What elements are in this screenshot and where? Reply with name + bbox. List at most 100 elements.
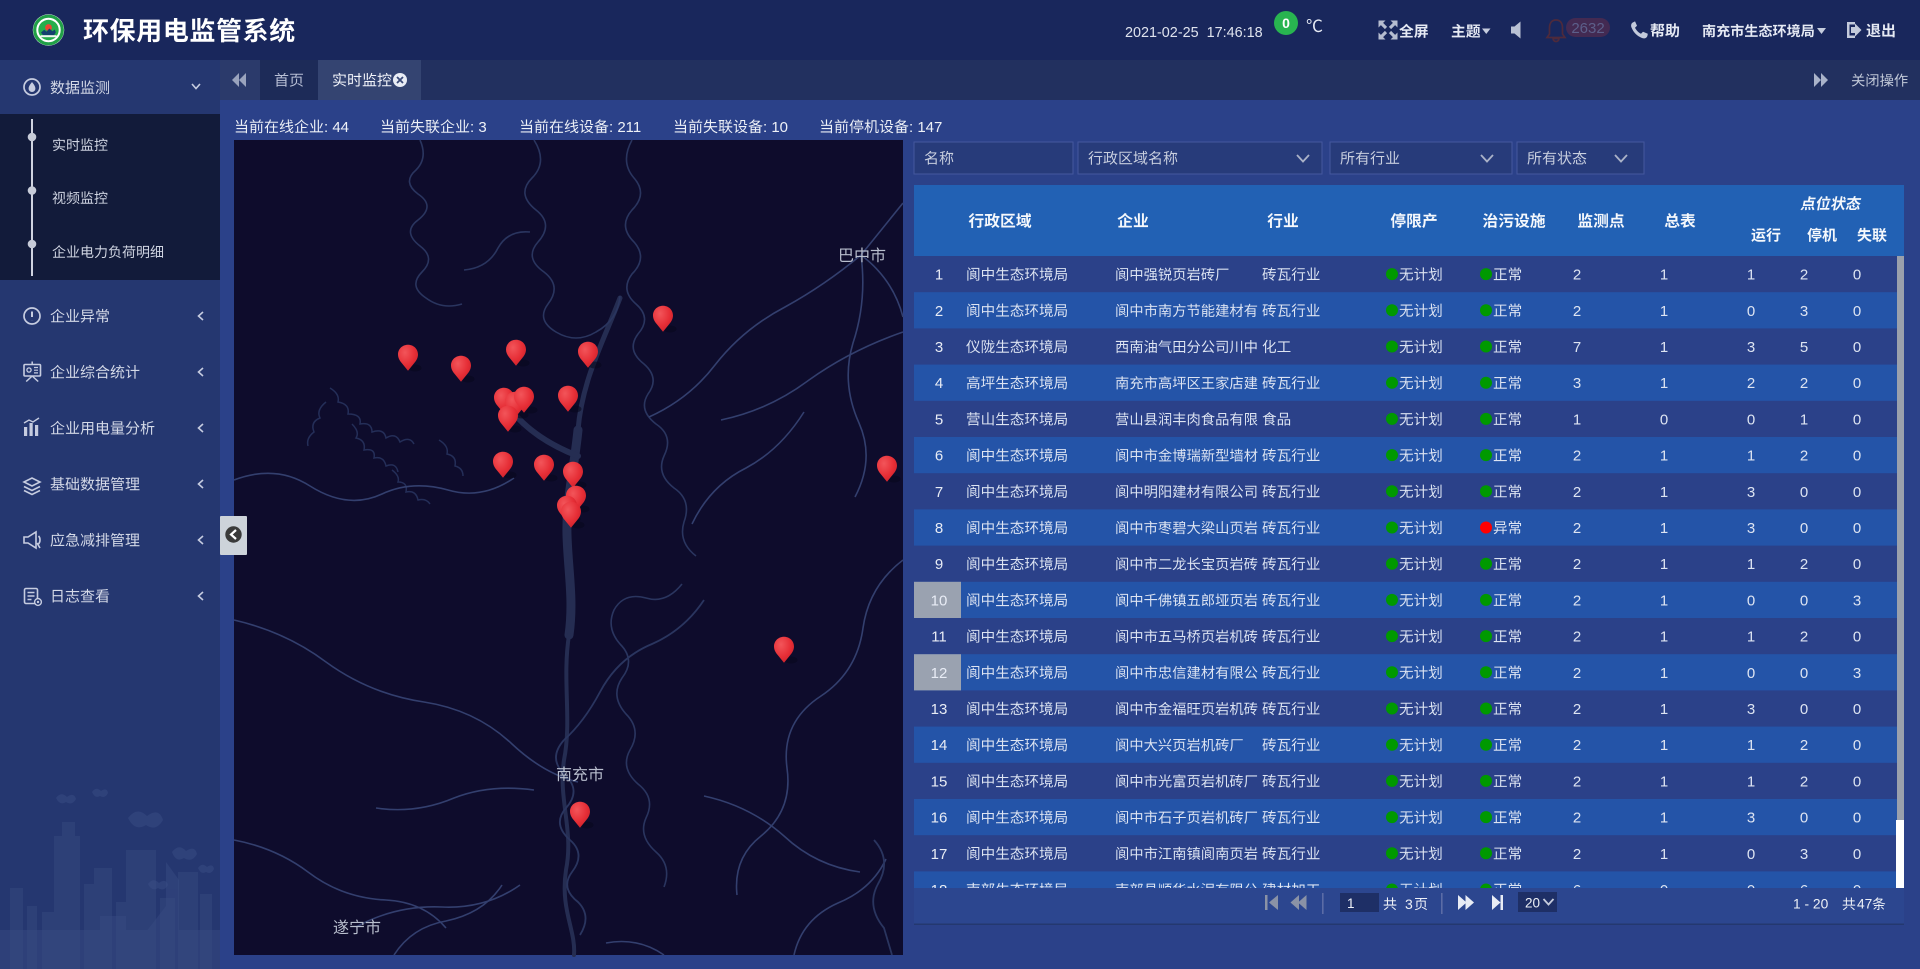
svg-text:0: 0 bbox=[1747, 303, 1755, 320]
svg-text:0: 0 bbox=[1800, 665, 1808, 682]
svg-text:7: 7 bbox=[935, 484, 943, 501]
svg-text:0: 0 bbox=[1853, 448, 1861, 465]
svg-text:1 - 20: 1 - 20 bbox=[1793, 897, 1829, 912]
svg-text:3: 3 bbox=[1747, 484, 1755, 501]
svg-text:0: 0 bbox=[1853, 520, 1861, 537]
svg-text:2: 2 bbox=[1800, 375, 1808, 392]
svg-text:2: 2 bbox=[1573, 701, 1581, 718]
svg-text:1: 1 bbox=[1747, 448, 1755, 465]
svg-text:11: 11 bbox=[931, 629, 947, 646]
svg-text:2: 2 bbox=[1573, 665, 1581, 682]
svg-text:3: 3 bbox=[1747, 520, 1755, 537]
svg-text:0: 0 bbox=[1853, 303, 1861, 320]
svg-text:3: 3 bbox=[1747, 339, 1755, 356]
svg-text:2: 2 bbox=[1573, 448, 1581, 465]
svg-text:1: 1 bbox=[1573, 411, 1581, 428]
svg-text:17: 17 bbox=[931, 846, 948, 863]
svg-text:0: 0 bbox=[1853, 556, 1861, 573]
svg-text:13: 13 bbox=[931, 701, 948, 718]
svg-text:2: 2 bbox=[1573, 520, 1581, 537]
svg-text:1: 1 bbox=[1660, 701, 1668, 718]
svg-text:0: 0 bbox=[1853, 339, 1861, 356]
svg-text:1: 1 bbox=[1660, 448, 1668, 465]
svg-text:0: 0 bbox=[1747, 665, 1755, 682]
svg-text:1: 1 bbox=[1660, 846, 1668, 863]
svg-text:3: 3 bbox=[1853, 592, 1861, 609]
svg-text:1: 1 bbox=[1660, 484, 1668, 501]
svg-text:0: 0 bbox=[1853, 737, 1861, 754]
svg-text:16: 16 bbox=[931, 810, 948, 827]
svg-text:2: 2 bbox=[1800, 737, 1808, 754]
svg-text:: 211: : 211 bbox=[609, 119, 641, 136]
svg-text:0: 0 bbox=[1853, 484, 1861, 501]
svg-text:0: 0 bbox=[1282, 15, 1290, 31]
svg-text:1: 1 bbox=[1660, 665, 1668, 682]
svg-text:2: 2 bbox=[1800, 448, 1808, 465]
svg-text:0: 0 bbox=[1853, 629, 1861, 646]
svg-text:12: 12 bbox=[931, 665, 948, 682]
svg-text:3: 3 bbox=[1800, 846, 1808, 863]
svg-text:2: 2 bbox=[1573, 267, 1581, 284]
svg-text:3: 3 bbox=[1405, 896, 1413, 912]
svg-text:1: 1 bbox=[1660, 773, 1668, 790]
svg-text:0: 0 bbox=[1853, 846, 1861, 863]
svg-text:1: 1 bbox=[1660, 375, 1668, 392]
svg-text:15: 15 bbox=[931, 773, 948, 790]
svg-text:: 147: : 147 bbox=[909, 119, 942, 136]
svg-text:2: 2 bbox=[1573, 556, 1581, 573]
svg-text:1: 1 bbox=[1660, 267, 1668, 284]
svg-text:2632: 2632 bbox=[1571, 20, 1604, 37]
svg-text:1: 1 bbox=[1660, 737, 1668, 754]
svg-text:2: 2 bbox=[1573, 303, 1581, 320]
svg-text:0: 0 bbox=[1800, 520, 1808, 537]
svg-text:0: 0 bbox=[1747, 846, 1755, 863]
svg-text:1: 1 bbox=[1660, 629, 1668, 646]
svg-text:1: 1 bbox=[1660, 810, 1668, 827]
svg-text:3: 3 bbox=[1853, 665, 1861, 682]
svg-text:14: 14 bbox=[931, 737, 948, 754]
svg-text:2: 2 bbox=[1800, 773, 1808, 790]
svg-text:0: 0 bbox=[1853, 773, 1861, 790]
svg-text:8: 8 bbox=[935, 520, 943, 537]
svg-text:: 3: : 3 bbox=[470, 119, 487, 136]
svg-text:2: 2 bbox=[1573, 737, 1581, 754]
svg-text:: 10: : 10 bbox=[763, 119, 788, 136]
svg-text:1: 1 bbox=[1660, 592, 1668, 609]
svg-text:1: 1 bbox=[1747, 773, 1755, 790]
svg-text:0: 0 bbox=[1800, 810, 1808, 827]
svg-text:2: 2 bbox=[1573, 810, 1581, 827]
svg-text:1: 1 bbox=[1660, 339, 1668, 356]
svg-text:3: 3 bbox=[1747, 810, 1755, 827]
svg-text:2: 2 bbox=[1573, 484, 1581, 501]
svg-text:5: 5 bbox=[1800, 339, 1808, 356]
svg-text:47: 47 bbox=[1857, 897, 1872, 912]
svg-text:2: 2 bbox=[1800, 267, 1808, 284]
svg-text:6: 6 bbox=[935, 448, 943, 465]
svg-text:1: 1 bbox=[1747, 629, 1755, 646]
svg-text:2: 2 bbox=[935, 303, 943, 320]
svg-text:0: 0 bbox=[1800, 484, 1808, 501]
svg-text:0: 0 bbox=[1800, 592, 1808, 609]
svg-text:3: 3 bbox=[1573, 375, 1581, 392]
svg-text:3: 3 bbox=[935, 339, 943, 356]
svg-text:2: 2 bbox=[1573, 592, 1581, 609]
svg-text:9: 9 bbox=[935, 556, 943, 573]
svg-text:2: 2 bbox=[1800, 629, 1808, 646]
svg-text:: 44: : 44 bbox=[324, 119, 349, 136]
svg-text:2: 2 bbox=[1573, 629, 1581, 646]
svg-text:2021-02-25 17:46:18: 2021-02-25 17:46:18 bbox=[1125, 25, 1263, 41]
svg-text:0: 0 bbox=[1747, 411, 1755, 428]
svg-text:0: 0 bbox=[1853, 267, 1861, 284]
svg-text:1: 1 bbox=[1747, 737, 1755, 754]
svg-text:1: 1 bbox=[935, 267, 943, 284]
svg-text:2: 2 bbox=[1747, 375, 1755, 392]
svg-text:3: 3 bbox=[1800, 303, 1808, 320]
svg-text:0: 0 bbox=[1853, 810, 1861, 827]
svg-text:2: 2 bbox=[1800, 556, 1808, 573]
svg-text:5: 5 bbox=[935, 411, 943, 428]
svg-text:2: 2 bbox=[1573, 846, 1581, 863]
svg-text:1: 1 bbox=[1347, 896, 1355, 911]
svg-text:1: 1 bbox=[1747, 556, 1755, 573]
svg-text:0: 0 bbox=[1800, 701, 1808, 718]
svg-text:1: 1 bbox=[1747, 267, 1755, 284]
